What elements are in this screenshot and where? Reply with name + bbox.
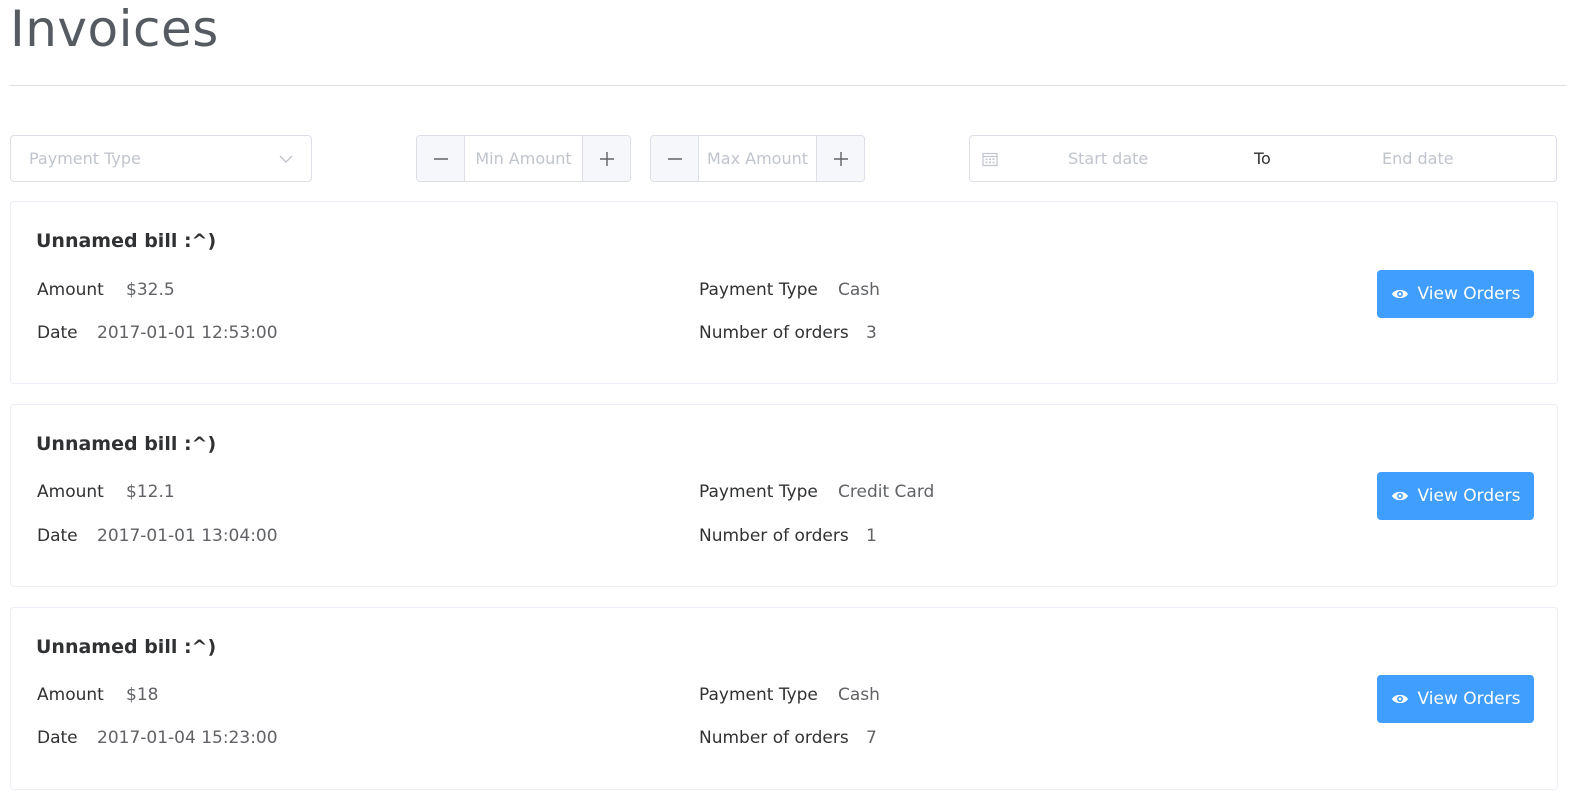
amount-label: Amount <box>37 280 104 300</box>
payment-type-label: Payment Type <box>699 280 818 300</box>
payment-type-label: Payment Type <box>699 482 818 502</box>
payment-type-label: Payment Type <box>699 685 818 705</box>
end-date-input[interactable]: End date <box>1382 149 1454 168</box>
amount-value: $12.1 <box>126 482 175 502</box>
payment-type-value: Credit Card <box>838 482 935 502</box>
invoice-card: Unnamed bill :^) Amount $18 Date 2017-01… <box>10 607 1558 790</box>
payment-type-placeholder: Payment Type <box>29 149 141 168</box>
date-label: Date <box>37 728 78 748</box>
number-of-orders-value: 7 <box>866 728 877 748</box>
view-orders-label: View Orders <box>1417 486 1521 506</box>
min-amount-stepper[interactable]: Min Amount <box>416 135 631 182</box>
invoice-card: Unnamed bill :^) Amount $12.1 Date 2017-… <box>10 404 1558 587</box>
bill-title: Unnamed bill :^) <box>36 230 217 252</box>
view-orders-button[interactable]: View Orders <box>1377 270 1534 318</box>
number-of-orders-label: Number of orders <box>699 526 849 546</box>
number-of-orders-label: Number of orders <box>699 323 849 343</box>
date-value: 2017-01-01 13:04:00 <box>97 526 278 546</box>
date-range-picker[interactable]: Start date To End date <box>969 135 1557 182</box>
eye-icon <box>1391 694 1408 704</box>
payment-type-value: Cash <box>838 685 880 705</box>
number-of-orders-value: 3 <box>866 323 877 343</box>
title-divider <box>10 85 1566 86</box>
plus-icon <box>599 151 614 166</box>
number-of-orders-value: 1 <box>866 526 877 546</box>
amount-value: $32.5 <box>126 280 175 300</box>
bill-title: Unnamed bill :^) <box>36 636 217 658</box>
max-amount-input[interactable]: Max Amount <box>699 136 816 181</box>
amount-label: Amount <box>37 482 104 502</box>
page-title: Invoices <box>10 0 219 58</box>
start-date-input[interactable]: Start date <box>1068 149 1148 168</box>
date-label: Date <box>37 323 78 343</box>
eye-icon <box>1391 491 1408 501</box>
plus-icon <box>833 151 848 166</box>
number-of-orders-label: Number of orders <box>699 728 849 748</box>
max-amount-increase-button[interactable] <box>816 136 864 181</box>
amount-value: $18 <box>126 685 159 705</box>
min-amount-increase-button[interactable] <box>582 136 630 181</box>
minus-icon <box>433 157 448 160</box>
date-value: 2017-01-01 12:53:00 <box>97 323 278 343</box>
date-label: Date <box>37 526 78 546</box>
min-amount-input[interactable]: Min Amount <box>465 136 582 181</box>
calendar-icon <box>982 152 998 167</box>
invoice-card: Unnamed bill :^) Amount $32.5 Date 2017-… <box>10 201 1558 384</box>
view-orders-label: View Orders <box>1417 284 1521 304</box>
payment-type-select[interactable]: Payment Type <box>10 135 312 182</box>
view-orders-button[interactable]: View Orders <box>1377 675 1534 723</box>
chevron-down-icon <box>279 155 293 163</box>
date-range-separator: To <box>1254 149 1271 168</box>
bill-title: Unnamed bill :^) <box>36 433 217 455</box>
minus-icon <box>667 157 682 160</box>
max-amount-stepper[interactable]: Max Amount <box>650 135 865 182</box>
payment-type-value: Cash <box>838 280 880 300</box>
amount-label: Amount <box>37 685 104 705</box>
eye-icon <box>1391 289 1408 299</box>
date-value: 2017-01-04 15:23:00 <box>97 728 278 748</box>
max-amount-decrease-button[interactable] <box>651 136 699 181</box>
min-amount-decrease-button[interactable] <box>417 136 465 181</box>
view-orders-label: View Orders <box>1417 689 1521 709</box>
view-orders-button[interactable]: View Orders <box>1377 472 1534 520</box>
